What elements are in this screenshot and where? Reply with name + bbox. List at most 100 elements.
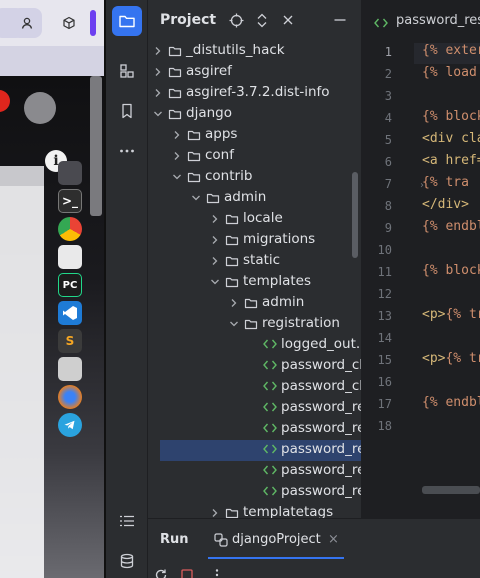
code-line[interactable]: <div cla — [422, 131, 480, 146]
tree-file-row[interactable]: password_re — [148, 461, 361, 482]
tree-folder-row[interactable]: admin — [148, 188, 361, 209]
tree-folder-row[interactable]: apps — [148, 125, 361, 146]
tree-folder-row[interactable]: migrations — [148, 230, 361, 251]
code-line[interactable]: <p>{% tr — [422, 351, 480, 366]
profile-button[interactable] — [12, 8, 42, 38]
tree-folder-row[interactable]: conf — [148, 146, 361, 167]
tree-file-row[interactable]: logged_out.h — [148, 335, 361, 356]
chevron-right-icon[interactable] — [171, 150, 183, 162]
tree-file-row[interactable]: password_re — [148, 398, 361, 419]
code-line[interactable]: {% endbl — [422, 219, 480, 234]
line-number: 7 — [384, 177, 392, 191]
line-number: 14 — [377, 331, 392, 345]
close-icon[interactable] — [280, 12, 296, 28]
database-tool-button[interactable] — [112, 546, 142, 576]
browser-url-bar[interactable] — [0, 46, 106, 76]
more-tool-button[interactable] — [112, 136, 142, 166]
tree-folder-row[interactable]: templatetags — [148, 503, 361, 518]
tree-item-label: static — [243, 252, 281, 268]
vscode-icon[interactable] — [58, 301, 82, 325]
stop-icon[interactable] — [180, 567, 194, 578]
tree-file-row[interactable]: password_ch — [148, 356, 361, 377]
chevron-down-icon[interactable] — [228, 318, 240, 330]
chevron-down-icon[interactable] — [171, 171, 183, 183]
chevron-right-icon[interactable] — [228, 297, 240, 309]
chevron-right-icon[interactable] — [152, 87, 164, 99]
code-line[interactable]: {% tra — [422, 175, 469, 190]
tree-folder-row[interactable]: contrib — [148, 167, 361, 188]
code-line[interactable]: <p>{% tr — [422, 307, 480, 322]
pycharm-icon[interactable]: PC — [58, 273, 82, 297]
code-line[interactable]: {% block — [422, 263, 480, 278]
line-number: 1 — [384, 45, 392, 59]
code-line[interactable]: {% load — [422, 65, 477, 80]
line-number: 9 — [384, 221, 392, 235]
tree-folder-row[interactable]: templates — [148, 272, 361, 293]
tree-folder-row[interactable]: asgiref — [148, 62, 361, 83]
rerun-icon[interactable] — [154, 567, 168, 578]
fold-chevron-icon[interactable]: › — [420, 180, 424, 191]
chevron-right-icon[interactable] — [209, 213, 221, 225]
files-icon[interactable] — [58, 161, 82, 185]
tree-item-label: admin — [224, 189, 267, 205]
structure-tool-button[interactable] — [112, 56, 142, 86]
tree-file-row[interactable]: password_re — [160, 440, 361, 461]
chevron-right-icon[interactable] — [171, 129, 183, 141]
editor-horizontal-scrollbar[interactable] — [422, 486, 480, 494]
tree-folder-row[interactable]: admin — [148, 293, 361, 314]
chevron-down-icon[interactable] — [152, 108, 164, 120]
code-line[interactable]: {% exter — [422, 43, 480, 58]
chevron-right-icon[interactable] — [152, 45, 164, 57]
minimize-icon[interactable] — [332, 12, 348, 28]
tree-folder-row[interactable]: static — [148, 251, 361, 272]
code-line[interactable]: <a href= — [422, 153, 480, 168]
expand-collapse-icon[interactable] — [254, 12, 270, 28]
line-number: 3 — [384, 89, 392, 103]
tree-item-label: templatetags — [243, 504, 334, 518]
sublime-icon[interactable]: S — [58, 329, 82, 353]
locate-icon[interactable] — [228, 12, 244, 28]
scrollbar[interactable] — [90, 76, 102, 216]
browser-globe-icon[interactable] — [58, 385, 82, 409]
project-scrollbar[interactable] — [352, 172, 358, 258]
tree-folder-row[interactable]: django — [148, 104, 361, 125]
tree-item-label: django — [186, 105, 232, 121]
html-file-icon — [263, 464, 277, 478]
tree-folder-row[interactable]: asgiref-3.7.2.dist-info — [148, 83, 361, 104]
code-token: {% tra — [422, 175, 469, 190]
bookmarks-tool-button[interactable] — [112, 96, 142, 126]
tree-folder-row[interactable]: locale — [148, 209, 361, 230]
code-line[interactable]: {% block — [422, 109, 480, 124]
run-tab-close-icon[interactable]: × — [328, 532, 339, 547]
terminal-icon[interactable]: >_ — [58, 189, 82, 213]
control-button[interactable] — [24, 92, 56, 124]
telegram-icon[interactable] — [58, 413, 82, 437]
chevron-right-icon[interactable] — [209, 234, 221, 246]
tree-folder-row[interactable]: registration — [148, 314, 361, 335]
gimp-icon[interactable] — [58, 245, 82, 269]
chrome-icon[interactable] — [58, 217, 82, 241]
editor-tab[interactable]: password_res — [362, 0, 480, 40]
code-line[interactable]: </div> — [422, 197, 469, 212]
chevron-down-icon[interactable] — [190, 192, 202, 204]
run-tab-label[interactable]: djangoProject — [232, 532, 321, 547]
tree-folder-row[interactable]: _distutils_hack — [148, 41, 361, 62]
tree-file-row[interactable]: password_re — [148, 482, 362, 503]
more-vertical-icon[interactable] — [210, 567, 224, 578]
line-number: 15 — [377, 353, 392, 367]
tree-item-label: password_re — [281, 483, 362, 499]
line-number: 11 — [377, 265, 392, 279]
tree-file-row[interactable]: password_ch — [148, 377, 361, 398]
extension-button[interactable] — [54, 8, 84, 38]
project-tool-button[interactable] — [112, 6, 142, 36]
line-number: 18 — [377, 419, 392, 433]
chevron-right-icon[interactable] — [209, 255, 221, 267]
folder-icon — [168, 107, 182, 121]
code-line[interactable]: {% endbl — [422, 395, 480, 410]
chevron-right-icon[interactable] — [152, 66, 164, 78]
chevron-down-icon[interactable] — [209, 276, 221, 288]
todo-tool-button[interactable] — [112, 506, 142, 536]
tree-file-row[interactable]: password_re — [148, 419, 361, 440]
calculator-icon[interactable] — [58, 357, 82, 381]
chevron-right-icon[interactable] — [209, 507, 221, 518]
